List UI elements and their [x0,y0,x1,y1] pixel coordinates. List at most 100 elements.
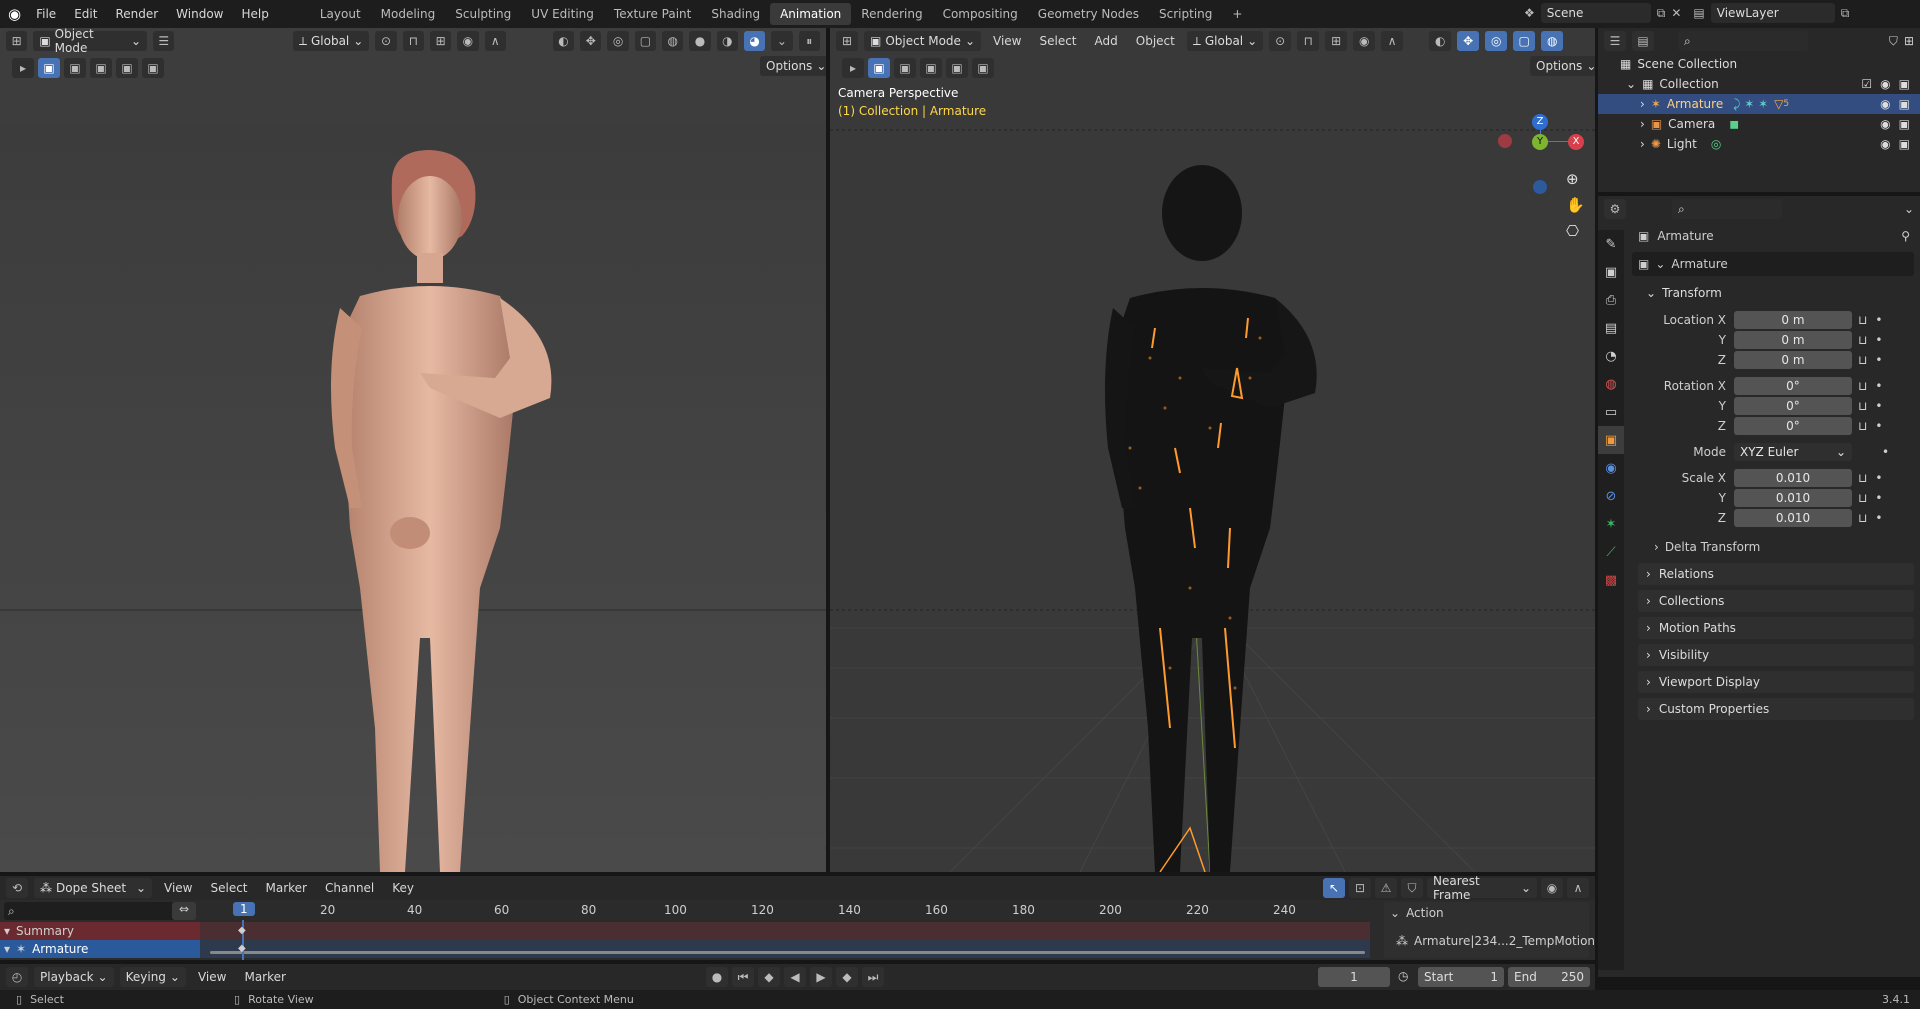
xray-icon[interactable]: ▢ [1513,31,1536,51]
outliner-collection[interactable]: ⌄ ▦ Collection ☑ ◉ ▣ [1598,74,1920,94]
rotation-x-field[interactable]: 0° [1734,377,1852,395]
menu-help[interactable]: Help [233,7,278,21]
select-subtract-icon[interactable]: ▣ [920,58,942,78]
tab-rendering[interactable]: Rendering [851,3,932,25]
pivot-icon[interactable]: ⊙ [1269,31,1292,51]
expand-arrow-icon[interactable]: › [1640,97,1645,111]
gizmo-neg-z[interactable] [1533,180,1547,194]
jump-key-forward-icon[interactable]: ◆ [836,967,858,987]
tab-scripting[interactable]: Scripting [1149,3,1222,25]
keyframe-dot-icon[interactable]: • [1875,379,1882,393]
eye-icon[interactable]: ◉ [1880,77,1890,91]
jump-start-icon[interactable]: ⏮ [732,967,754,987]
pin-icon[interactable]: ⚲ [1901,229,1910,243]
bone-tab-icon[interactable]: ⟋ [1598,538,1624,566]
dope-menu-marker[interactable]: Marker [260,881,313,895]
delete-scene-icon[interactable]: ✕ [1671,6,1681,20]
scene-tab-icon[interactable]: ◔ [1598,342,1624,370]
new-view-layer-icon[interactable]: ⧉ [1841,6,1850,21]
jump-key-back-icon[interactable]: ◆ [758,967,780,987]
zoom-icon[interactable]: ⊕ [1566,170,1585,188]
select-new-icon[interactable]: ▣ [868,58,890,78]
snap-mode-dropdown[interactable]: Nearest Frame ⌄ [1427,874,1537,902]
armature-track[interactable] [200,940,1370,958]
keyframe-dot-icon[interactable]: • [1875,491,1882,505]
texture-tab-icon[interactable]: ▩ [1598,566,1624,594]
rotation-y-field[interactable]: 0° [1734,397,1852,415]
armature-data-tab-icon[interactable]: ✶ [1598,510,1624,538]
camera-view-icon[interactable]: ⎔ [1566,222,1585,240]
tab-modeling[interactable]: Modeling [371,3,446,25]
keyframe-dot-icon[interactable]: • [1875,399,1882,413]
menu-view[interactable]: View [987,34,1027,48]
lock-icon[interactable]: ⊔ [1858,491,1867,505]
keyframe-diamond-icon[interactable]: ◆ [238,943,246,954]
editor-type-icon[interactable]: ⟲ [6,878,28,898]
view-layer-field[interactable]: ViewLayer [1710,3,1835,23]
menu-file[interactable]: File [27,7,65,21]
only-selected-icon[interactable]: ↖ [1323,878,1345,898]
action-range-bar[interactable] [210,951,1365,954]
keyframe-dot-icon[interactable]: • [1875,333,1882,347]
delta-transform-subpanel[interactable]: › Delta Transform [1632,536,1920,558]
constraints-tab-icon[interactable]: ⊘ [1598,482,1624,510]
scene-icon[interactable]: ❖ [1524,6,1535,20]
lock-icon[interactable]: ⊔ [1858,471,1867,485]
location-y-field[interactable]: 0 m [1734,331,1852,349]
start-frame-field[interactable]: Start 1 [1418,967,1504,987]
keyframe-dot-icon[interactable]: • [1882,445,1889,459]
keyframe-dot-icon[interactable]: • [1875,471,1882,485]
view-layer-icon[interactable]: ▤ [1693,6,1704,20]
gizmo-y-axis[interactable]: Y [1532,134,1548,150]
collection-tab-icon[interactable]: ▭ [1598,398,1624,426]
tab-texture-paint[interactable]: Texture Paint [604,3,701,25]
dope-menu-select[interactable]: Select [204,881,253,895]
record-icon[interactable]: ● [706,967,728,987]
frame-ruler[interactable]: 1 20 40 60 80 100 120 140 160 180 200 22… [200,902,1375,920]
dope-menu-channel[interactable]: Channel [319,881,380,895]
menu-select[interactable]: Select [1033,34,1082,48]
menu-render[interactable]: Render [106,7,167,21]
lock-icon[interactable]: ⊔ [1858,313,1867,327]
camera-icon[interactable]: ▣ [1899,97,1910,111]
proportional-edit-icon[interactable]: ◉ [1541,878,1563,898]
play-reverse-icon[interactable]: ◀ [784,967,806,987]
mode-dropdown[interactable]: ▣ Object Mode ⌄ [864,31,981,51]
render-tab-icon[interactable]: ▣ [1598,258,1624,286]
display-mode-icon[interactable]: ▤ [1632,31,1654,51]
timeline-menu-marker[interactable]: Marker [238,970,291,984]
chevron-down-icon[interactable]: ⌄ [1904,202,1914,216]
scale-z-field[interactable]: 0.010 [1734,509,1852,527]
end-frame-field[interactable]: End 250 [1508,967,1590,987]
custom-properties-panel[interactable]: › Custom Properties [1638,698,1914,720]
lock-icon[interactable]: ⊔ [1858,333,1867,347]
scene-name-field[interactable]: Scene [1540,3,1651,23]
orientation-dropdown[interactable]: ⟂ Global ⌄ [1186,31,1264,51]
outliner-item-camera[interactable]: › ▣ Camera ◼ ◉ ▣ [1598,114,1920,134]
eye-icon[interactable]: ◉ [1880,97,1890,111]
select-extend-icon[interactable]: ▣ [894,58,916,78]
physics-tab-icon[interactable]: ◉ [1598,454,1624,482]
visibility-icon[interactable]: ◐ [1429,31,1452,51]
keyframe-dot-icon[interactable]: • [1875,353,1882,367]
editor-type-icon[interactable]: ⊞ [836,31,858,51]
right-options-dropdown[interactable]: Options ⌄ [1530,56,1595,76]
dope-menu-key[interactable]: Key [386,881,420,895]
outliner-item-light[interactable]: › ✺ Light ◎ ◉ ▣ [1598,134,1920,154]
show-hidden-icon[interactable]: ⊡ [1349,878,1371,898]
falloff-icon[interactable]: ∧ [1567,878,1589,898]
checkbox-icon[interactable]: ☑ [1861,77,1872,91]
menu-edit[interactable]: Edit [65,7,106,21]
keying-dropdown[interactable]: Keying ⌄ [119,967,186,987]
tab-compositing[interactable]: Compositing [933,3,1028,25]
overlay-icon[interactable]: ◎ [1485,31,1508,51]
tab-geometry-nodes[interactable]: Geometry Nodes [1028,3,1149,25]
view-layer-tab-icon[interactable]: ▤ [1598,314,1624,342]
channel-search-input[interactable]: ⌕ [4,902,194,920]
dope-menu-view[interactable]: View [158,881,198,895]
collections-panel[interactable]: › Collections [1638,590,1914,612]
scale-y-field[interactable]: 0.010 [1734,489,1852,507]
lock-icon[interactable]: ⊔ [1858,511,1867,525]
scale-x-field[interactable]: 0.010 [1734,469,1852,487]
timeline-menu-view[interactable]: View [192,970,232,984]
